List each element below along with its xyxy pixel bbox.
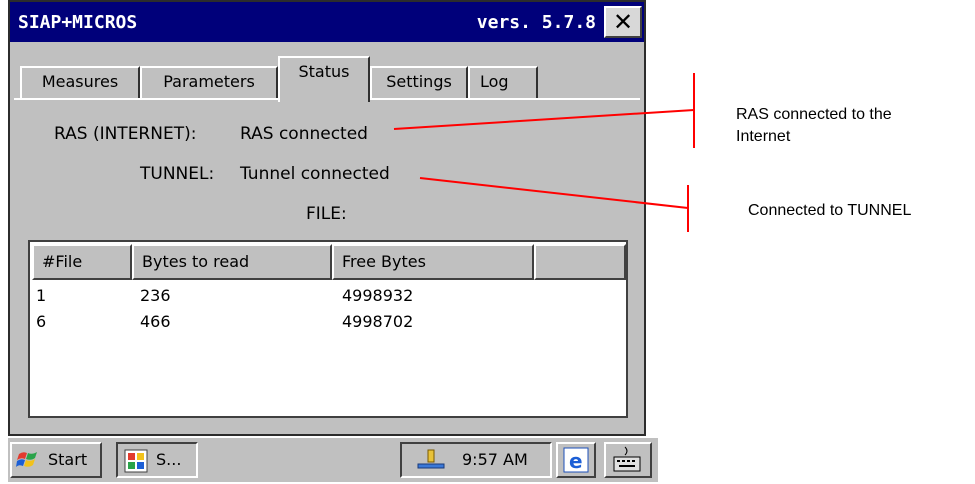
keyboard-button[interactable] bbox=[604, 442, 652, 478]
column-header-free-bytes[interactable]: Free Bytes bbox=[332, 244, 534, 280]
tunnel-label: TUNNEL: bbox=[140, 164, 215, 184]
column-header-label: #File bbox=[42, 252, 83, 271]
column-header-label: Free Bytes bbox=[342, 252, 426, 271]
tab-log[interactable]: Log bbox=[468, 66, 538, 98]
file-label: FILE: bbox=[306, 204, 347, 224]
close-button[interactable]: ✕ bbox=[604, 6, 642, 38]
tab-label: Parameters bbox=[163, 72, 255, 91]
tab-label: Log bbox=[480, 72, 509, 91]
cell-file: 6 bbox=[36, 312, 47, 331]
app-title: SIAP+MICROS bbox=[18, 12, 138, 33]
svg-text:e: e bbox=[569, 449, 583, 473]
column-header-empty[interactable] bbox=[534, 244, 626, 280]
start-button[interactable]: Start bbox=[10, 442, 102, 478]
taskbar-app-button[interactable]: S... bbox=[116, 442, 198, 478]
taskbar: Start S... 9:57 AM e bbox=[8, 436, 658, 482]
ras-annotation: RAS connected to the Internet bbox=[736, 104, 892, 148]
start-label: Start bbox=[48, 450, 88, 469]
taskbar-app-label: S... bbox=[156, 450, 182, 469]
tab-settings[interactable]: Settings bbox=[370, 66, 468, 98]
network-icon[interactable] bbox=[416, 448, 446, 472]
clock[interactable]: 9:57 AM bbox=[462, 444, 528, 476]
tab-parameters[interactable]: Parameters bbox=[140, 66, 278, 98]
ras-value: RAS connected bbox=[240, 124, 368, 144]
ras-annotation-line-2: Internet bbox=[736, 128, 791, 145]
tunnel-value: Tunnel connected bbox=[240, 164, 390, 184]
cell-bytes-to-read: 466 bbox=[140, 312, 171, 331]
windows-flag-icon bbox=[16, 452, 37, 467]
ie-button[interactable]: e bbox=[556, 442, 596, 478]
tab-label: Settings bbox=[386, 72, 452, 91]
close-icon: ✕ bbox=[612, 8, 634, 36]
app-window: SIAP+MICROS vers. 5.7.8 ✕ Measures Param… bbox=[8, 0, 646, 436]
tab-measures[interactable]: Measures bbox=[20, 66, 140, 98]
internet-explorer-icon: e bbox=[563, 447, 589, 473]
title-bar: SIAP+MICROS vers. 5.7.8 ✕ bbox=[10, 2, 644, 42]
column-header-bytes-to-read[interactable]: Bytes to read bbox=[132, 244, 332, 280]
column-header-label: Bytes to read bbox=[142, 252, 250, 271]
column-header-file[interactable]: #File bbox=[32, 244, 132, 280]
tab-label: Measures bbox=[41, 72, 119, 91]
keyboard-icon bbox=[613, 446, 641, 472]
tab-status[interactable]: Status bbox=[278, 56, 370, 102]
file-list[interactable]: #File Bytes to read Free Bytes 1 236 499… bbox=[28, 240, 628, 418]
tab-label: Status bbox=[298, 62, 350, 81]
system-tray: 9:57 AM bbox=[400, 442, 552, 478]
tunnel-annotation: Connected to TUNNEL bbox=[748, 202, 912, 219]
app-icon bbox=[124, 449, 148, 473]
cell-file: 1 bbox=[36, 286, 47, 305]
ras-label: RAS (INTERNET): bbox=[54, 124, 197, 144]
ras-annotation-line-1: RAS connected to the bbox=[736, 106, 892, 123]
cell-free-bytes: 4998702 bbox=[342, 312, 414, 331]
cell-bytes-to-read: 236 bbox=[140, 286, 171, 305]
app-version: vers. 5.7.8 bbox=[476, 12, 596, 33]
cell-free-bytes: 4998932 bbox=[342, 286, 414, 305]
